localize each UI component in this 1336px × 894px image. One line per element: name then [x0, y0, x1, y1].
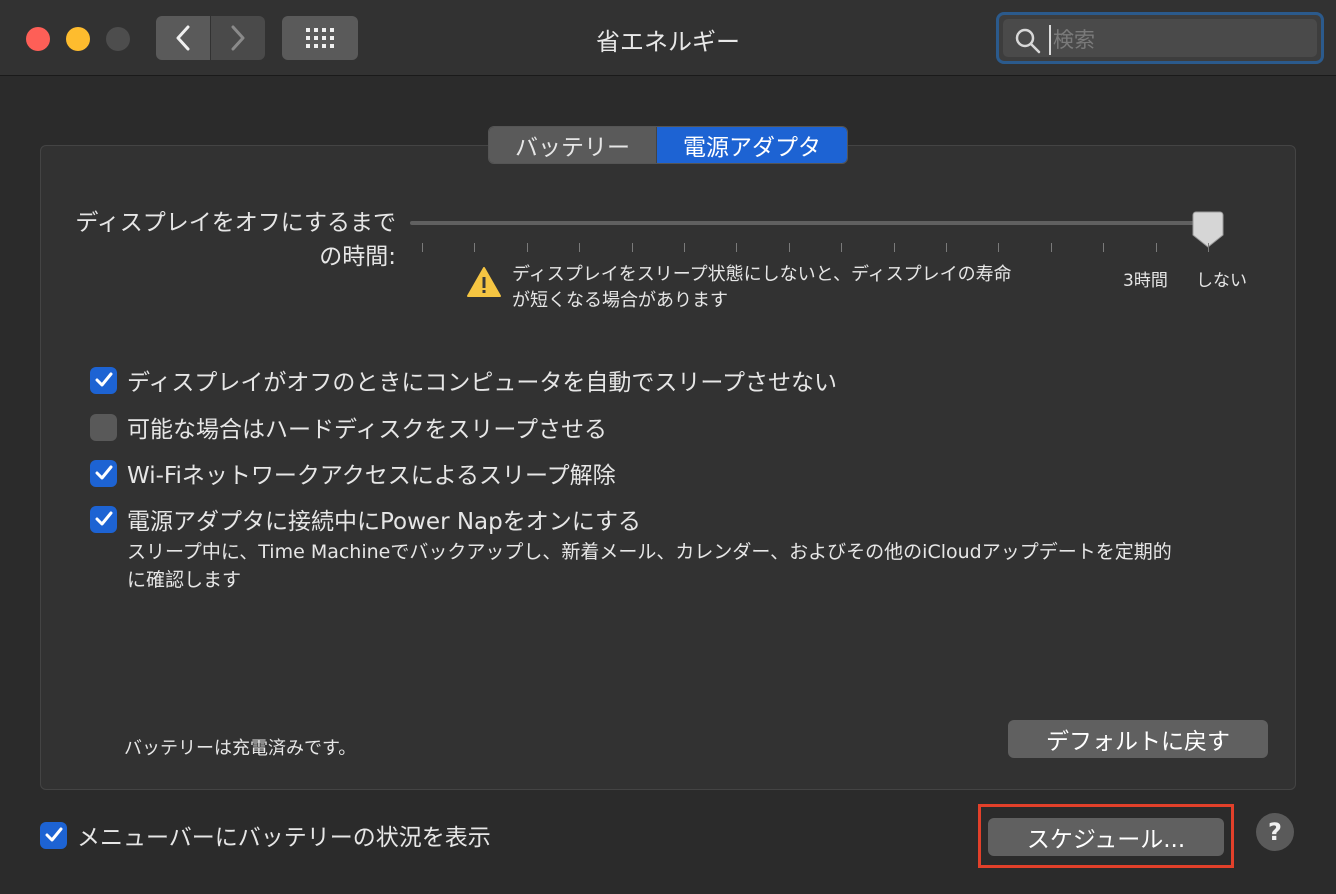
- slider-tick: [579, 243, 580, 252]
- option-disk-sleep-label: 可能な場合はハードディスクをスリープさせる: [127, 417, 608, 443]
- battery-status-text: バッテリーは充電済みです。: [124, 738, 357, 759]
- search-field-inner: [1003, 19, 1317, 57]
- tab-battery[interactable]: バッテリー: [489, 127, 657, 163]
- display-sleep-warning: ディスプレイをスリープ状態にしないと、ディスプレイの寿命 が短くなる場合がありま…: [512, 262, 1102, 314]
- schedule-button[interactable]: スケジュール...: [988, 818, 1224, 856]
- slider-tick: [422, 243, 423, 252]
- power-nap-description: スリープ中に、Time Machineでバックアップし、新着メール、カレンダー、…: [127, 538, 1267, 594]
- power-nap-description-line1: スリープ中に、Time Machineでバックアップし、新着メール、カレンダー、…: [127, 541, 1172, 563]
- power-nap-description-line2: に確認します: [127, 569, 242, 591]
- checkmark-icon: [45, 827, 62, 842]
- checkmark-icon: [95, 372, 112, 387]
- slider-tick: [684, 243, 685, 252]
- display-sleep-slider-track[interactable]: [410, 221, 1215, 225]
- slider-tick: [894, 243, 895, 252]
- option-show-battery-in-menubar-label: メニューバーにバッテリーの状況を表示: [77, 825, 491, 851]
- slider-tick: [841, 243, 842, 252]
- slider-tick: [632, 243, 633, 252]
- slider-tick: [1208, 243, 1209, 252]
- display-sleep-warning-line1: ディスプレイをスリープ状態にしないと、ディスプレイの寿命: [512, 264, 1012, 285]
- slider-tick: [736, 243, 737, 252]
- tick-label-3-hours: 3時間: [1123, 271, 1168, 291]
- display-sleep-warning-line2: が短くなる場合があります: [512, 290, 728, 311]
- checkbox-show-battery-in-menubar[interactable]: [40, 821, 67, 849]
- search-field[interactable]: [996, 12, 1324, 64]
- display-sleep-label: ディスプレイをオフにするまで の時間:: [75, 206, 396, 274]
- checkbox-disk-sleep[interactable]: [90, 413, 117, 441]
- option-prevent-sleep-label: ディスプレイがオフのときにコンピュータを自動でスリープさせない: [127, 370, 838, 396]
- warning-icon: [467, 267, 501, 297]
- option-power-nap-label: 電源アダプタに接続中にPower Napをオンにする: [127, 509, 641, 535]
- slider-tick: [946, 243, 947, 252]
- display-sleep-label-line1: ディスプレイをオフにするまで: [75, 210, 396, 236]
- checkmark-icon: [95, 511, 112, 526]
- option-disk-sleep[interactable]: 可能な場合はハードディスクをスリープさせる: [90, 410, 607, 444]
- slider-tick: [998, 243, 999, 252]
- slider-tick: [474, 243, 475, 252]
- option-wifi-wake-label: Wi-Fiネットワークアクセスによるスリープ解除: [127, 463, 616, 489]
- slider-tick: [1103, 243, 1104, 252]
- tick-label-never: しない: [1196, 271, 1247, 291]
- checkbox-prevent-sleep[interactable]: [90, 366, 117, 394]
- tab-bar: バッテリー 電源アダプタ: [488, 126, 848, 164]
- option-power-nap[interactable]: 電源アダプタに接続中にPower Napをオンにする: [90, 502, 641, 536]
- checkbox-wifi-wake[interactable]: [90, 459, 117, 487]
- search-input[interactable]: [1049, 25, 1309, 55]
- restore-defaults-button[interactable]: デフォルトに戻す: [1008, 720, 1268, 758]
- toolbar: 省エネルギー: [0, 0, 1336, 76]
- slider-tick: [527, 243, 528, 252]
- checkmark-icon: [95, 465, 112, 480]
- slider-tick: [789, 243, 790, 252]
- search-icon: [1015, 28, 1041, 54]
- slider-tick: [1156, 243, 1157, 252]
- display-sleep-label-line2: の時間:: [319, 244, 396, 270]
- option-wifi-wake[interactable]: Wi-Fiネットワークアクセスによるスリープ解除: [90, 456, 616, 490]
- option-prevent-sleep[interactable]: ディスプレイがオフのときにコンピュータを自動でスリープさせない: [90, 363, 837, 397]
- help-button[interactable]: ?: [1256, 813, 1294, 851]
- checkbox-power-nap[interactable]: [90, 505, 117, 533]
- slider-tick: [1051, 243, 1052, 252]
- option-show-battery-in-menubar[interactable]: メニューバーにバッテリーの状況を表示: [40, 818, 491, 852]
- tab-power-adapter[interactable]: 電源アダプタ: [657, 127, 847, 163]
